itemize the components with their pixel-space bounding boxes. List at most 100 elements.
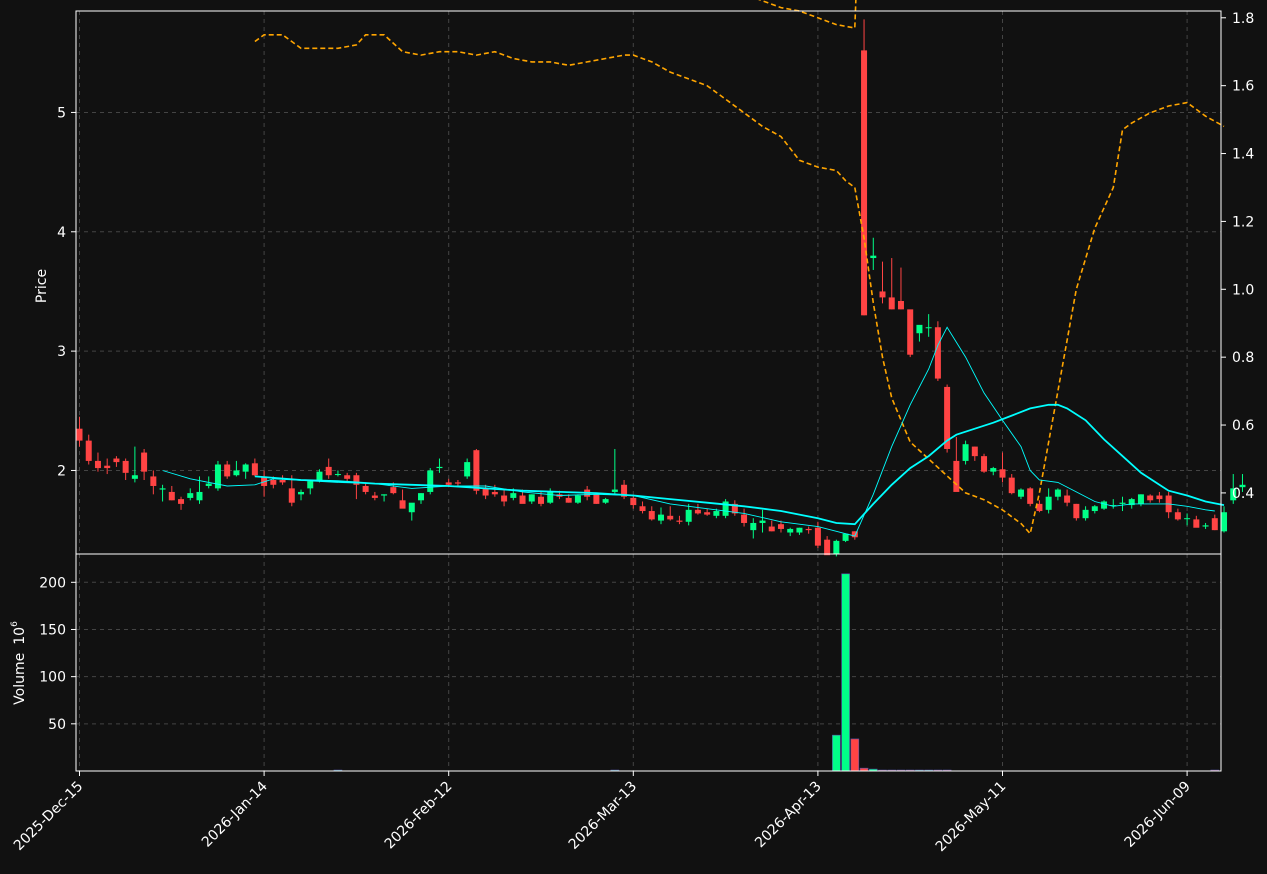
right-tick-label: 0.6 [1232,418,1254,434]
volume-axis-unit: 10 [12,627,28,645]
candle-body [141,452,148,472]
candle-body [104,465,111,469]
candle-body [694,509,701,514]
candle-body [1147,495,1154,501]
candle-body [777,524,784,529]
candle-body [824,539,831,556]
candle-body [861,50,868,316]
candle-body [897,300,904,310]
candle-body [787,528,794,533]
candle-body [888,297,895,310]
candle-body [334,474,341,476]
candle-body [547,491,554,503]
candle-body [224,464,231,477]
candle-body [288,488,295,503]
volume-axis-title: Volume [12,653,28,705]
candle-body [362,485,369,492]
volume-tick-label: 100 [39,670,66,686]
candle-body [1119,502,1126,504]
candle-body [999,469,1006,478]
candle-body [630,497,637,506]
candle-body [657,514,664,521]
candle-body [187,493,194,498]
candle-body [796,527,803,533]
candle-body [1091,506,1098,512]
volume-axis-unit-exponent: 6 [10,621,20,627]
price-tick-label: 2 [57,463,66,479]
candle-body [270,480,277,485]
price-tick-label: 4 [57,225,66,241]
candle-body [85,440,92,461]
candle-body [427,470,434,492]
candle-body [538,496,544,504]
candle-body [519,495,526,504]
candle-body [528,494,535,502]
candle-body [1211,518,1218,531]
candle-body [648,511,655,520]
candle-body [454,482,461,484]
volume-axis-label: Volume 106 [10,621,28,705]
candle-body [122,460,129,473]
candle-body [94,460,101,469]
candle-body [1082,509,1089,519]
candle-body [491,491,498,495]
price-tick-label: 5 [57,105,66,121]
candle-body [501,495,508,502]
candle-body [445,482,452,485]
candle-body [971,446,978,457]
candle-body [371,495,378,498]
candle-body [870,255,877,259]
volume-bar [832,734,841,772]
candle-body [667,515,674,520]
candle-body [178,499,185,504]
volume-tick-label: 200 [39,575,66,591]
candle-body [925,327,932,329]
right-tick-label: 1.6 [1232,79,1254,95]
candle-body [298,491,305,495]
candle-body [1193,519,1200,528]
candle-body [399,500,406,509]
candle-body [713,511,720,516]
candle-body [934,327,941,379]
candle-body [344,475,351,479]
candle-body [768,526,775,532]
candle-body [593,494,600,504]
candle-body [953,460,960,492]
candle-body [1174,512,1181,520]
candle-body [408,502,415,513]
candle-body [639,506,646,512]
candle-body [1202,525,1209,527]
candle-body [676,520,683,522]
right-tick-label: 1.2 [1232,214,1254,230]
candle-body [464,462,471,477]
candlestick-chart: 2025-Dec-15 2026-Jan-14 2026-Feb-12 2026-Ma… [0,0,1267,874]
candle-body [390,487,397,494]
candle-body [279,480,286,483]
candle-body [233,470,240,476]
candle-body [113,458,120,463]
candle-body [916,324,923,334]
candle-body [381,494,388,496]
right-tick-label: 1.8 [1232,11,1254,27]
candle-body [205,483,212,486]
candle-body [307,481,314,489]
candle-body [611,489,618,492]
candle-body [1101,501,1108,509]
candle-body [981,456,988,472]
candle-body [907,309,914,355]
candle-body [704,512,711,515]
volume-tick-label: 150 [39,622,66,638]
candle-body [1027,488,1034,504]
right-tick-label: 0.8 [1232,350,1254,366]
candle-body [1054,489,1061,497]
candle-body [685,509,692,522]
candle-body [1156,495,1163,500]
candle-body [1073,503,1080,519]
candle-body [759,520,766,523]
candle-body [1064,495,1071,503]
candle-body [473,450,480,491]
price-axis-label: Price [34,269,50,303]
candle-body [879,291,886,298]
candle-body [418,493,425,501]
price-tick-label: 3 [57,344,66,360]
